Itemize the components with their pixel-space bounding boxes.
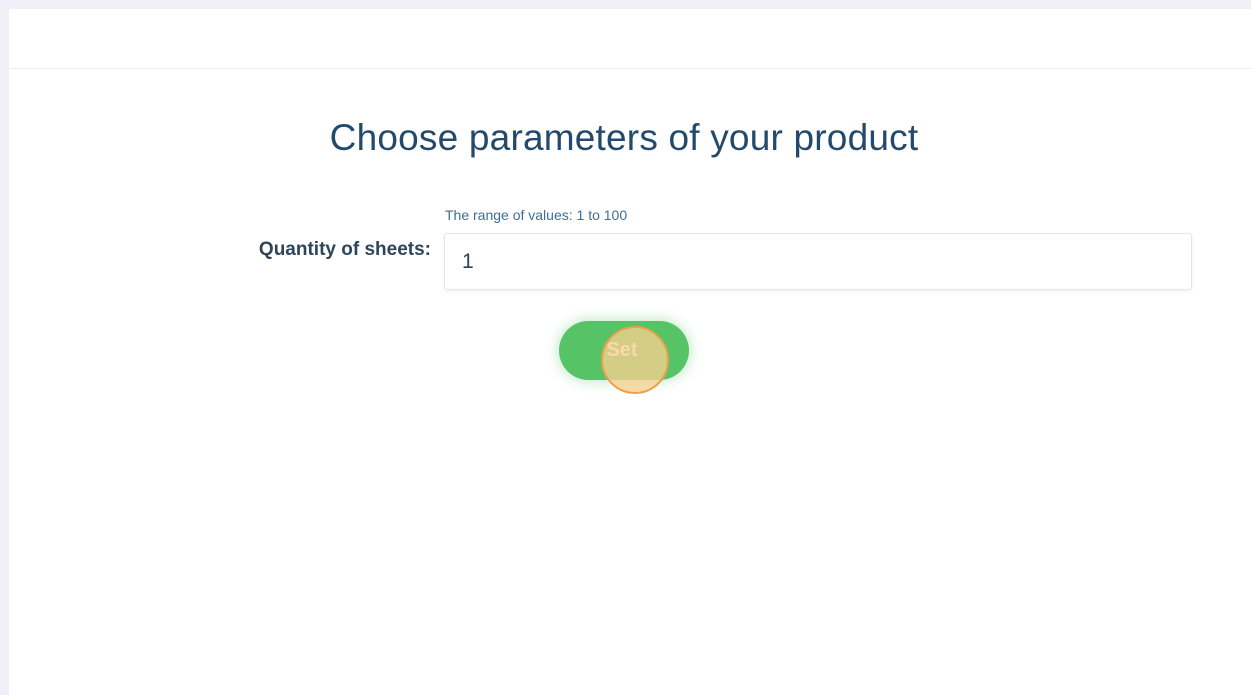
set-button-label: Set <box>606 339 638 361</box>
range-hint: The range of values: 1 to 100 <box>445 207 628 223</box>
quantity-input[interactable] <box>444 233 1192 290</box>
quantity-label: Quantity of sheets: <box>258 239 431 260</box>
page-title: Choose parameters of your product <box>329 117 919 158</box>
top-bar <box>9 9 1251 69</box>
set-button[interactable]: Set <box>559 321 689 380</box>
main-panel: Choose parameters of your product The ra… <box>9 9 1251 695</box>
